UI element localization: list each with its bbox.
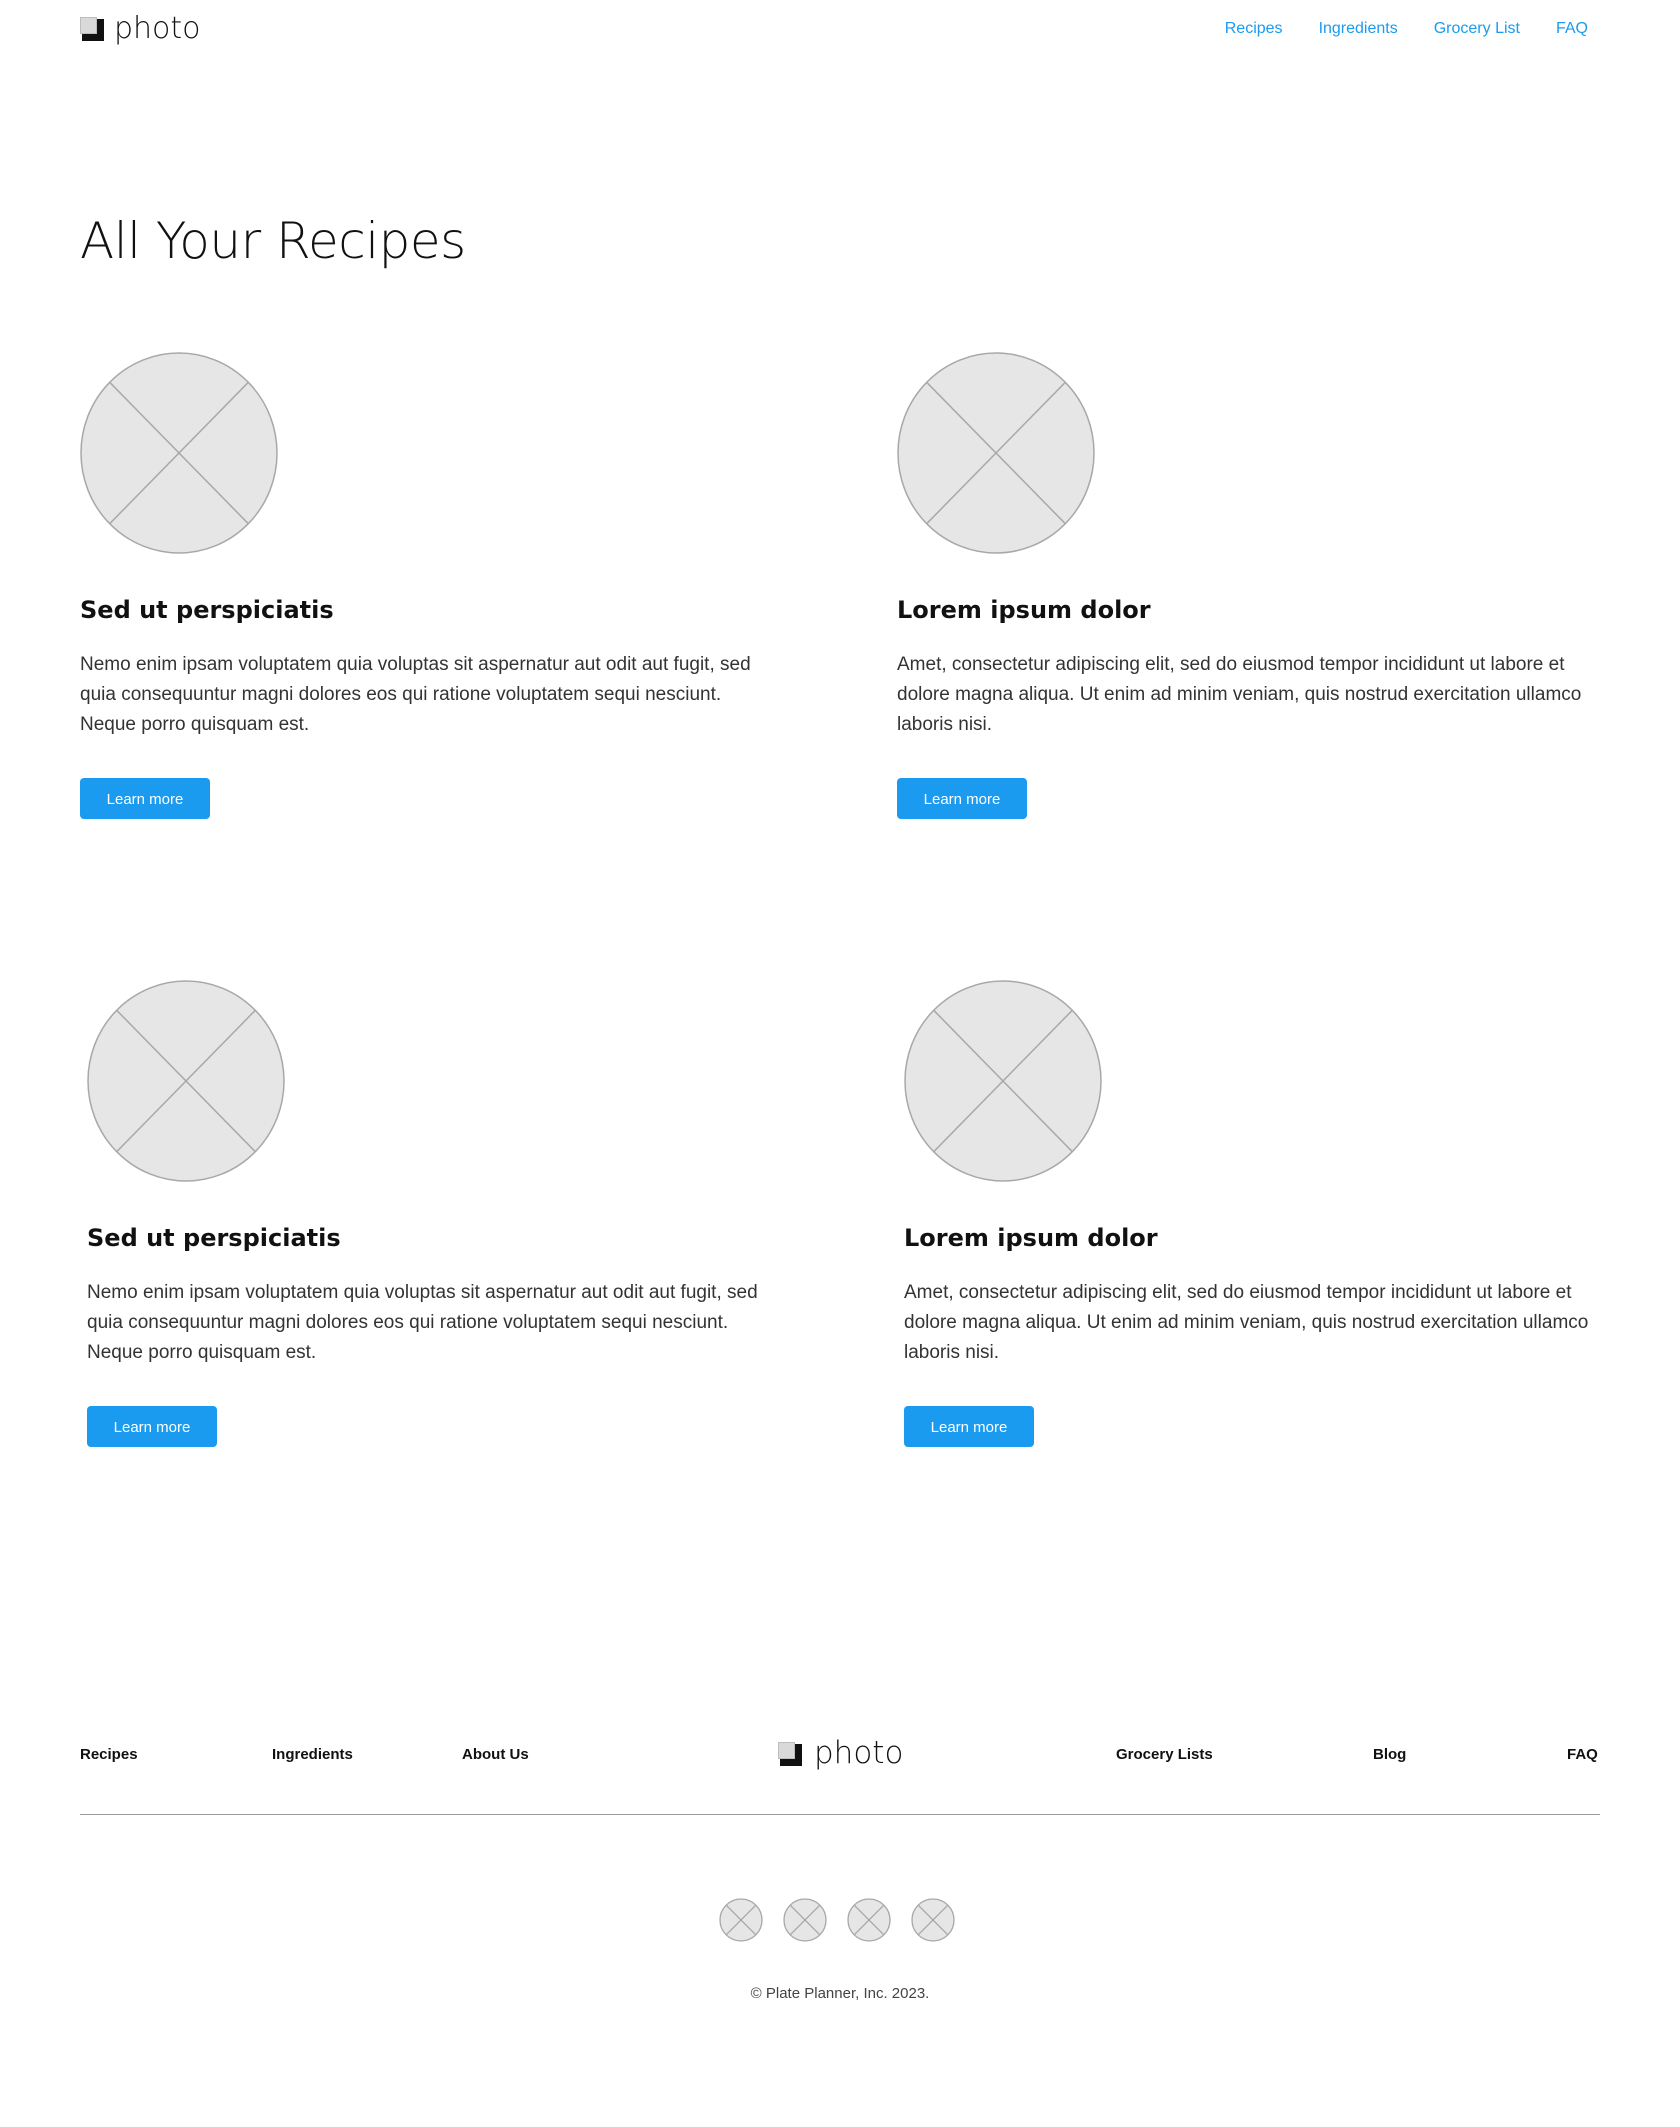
card-description: Amet, consectetur adipiscing elit, sed d… [904,1282,1589,1363]
recipe-card: Lorem ipsum dolor Amet, consectetur adip… [897,352,1597,819]
footer-logo[interactable]: photo [778,1738,903,1769]
logo-text: photo [814,1735,904,1771]
footer-link-recipes[interactable]: Recipes [80,1746,138,1763]
footer-link-blog[interactable]: Blog [1373,1746,1406,1763]
site-header: photo Recipes Ingredients Grocery List F… [80,14,1600,46]
recipe-card: Lorem ipsum dolor Amet, consectetur adip… [904,980,1604,1447]
footer-link-grocery-lists[interactable]: Grocery Lists [1116,1746,1213,1763]
card-title: Sed ut perspiciatis [87,1224,341,1252]
logo-icon [778,1741,802,1766]
footer-nav: Recipes Ingredients About Us photo Groce… [80,1738,1600,1778]
footer-link-faq[interactable]: FAQ [1567,1746,1598,1763]
header-logo[interactable]: photo [80,14,201,44]
logo-icon [80,17,104,41]
footer-link-about-us[interactable]: About Us [462,1746,529,1763]
card-description: Amet, consectetur adipiscing elit, sed d… [897,654,1582,735]
main-nav: Recipes Ingredients Grocery List FAQ [1225,20,1588,38]
page-title: All Your Recipes [80,212,466,270]
card-description: Nemo enim ipsam voluptatem quia voluptas… [80,654,751,735]
learn-more-button[interactable]: Learn more [897,778,1027,819]
nav-link-ingredients[interactable]: Ingredients [1319,20,1398,38]
copyright-text: © Plate Planner, Inc. 2023. [750,1985,930,2002]
logo-text: photo [114,11,201,46]
recipe-card: Sed ut perspiciatis Nemo enim ipsam volu… [87,980,787,1447]
card-title: Lorem ipsum dolor [897,596,1151,624]
image-placeholder-icon [80,352,278,554]
image-placeholder-icon [904,980,1102,1182]
recipe-card: Sed ut perspiciatis Nemo enim ipsam volu… [80,352,780,819]
social-placeholder-icon[interactable] [911,1898,955,1942]
learn-more-button[interactable]: Learn more [904,1406,1034,1447]
footer-link-ingredients[interactable]: Ingredients [272,1746,353,1763]
card-title: Sed ut perspiciatis [80,596,334,624]
social-placeholder-icon[interactable] [783,1898,827,1942]
card-title: Lorem ipsum dolor [904,1224,1158,1252]
card-description: Nemo enim ipsam voluptatem quia voluptas… [87,1282,758,1363]
nav-link-recipes[interactable]: Recipes [1225,20,1283,38]
learn-more-button[interactable]: Learn more [80,778,210,819]
learn-more-button[interactable]: Learn more [87,1406,217,1447]
image-placeholder-icon [897,352,1095,554]
social-links [719,1898,955,1942]
social-placeholder-icon[interactable] [847,1898,891,1942]
social-placeholder-icon[interactable] [719,1898,763,1942]
footer-divider [80,1814,1600,1815]
image-placeholder-icon [87,980,285,1182]
nav-link-grocery-list[interactable]: Grocery List [1434,20,1520,38]
nav-link-faq[interactable]: FAQ [1556,20,1588,38]
